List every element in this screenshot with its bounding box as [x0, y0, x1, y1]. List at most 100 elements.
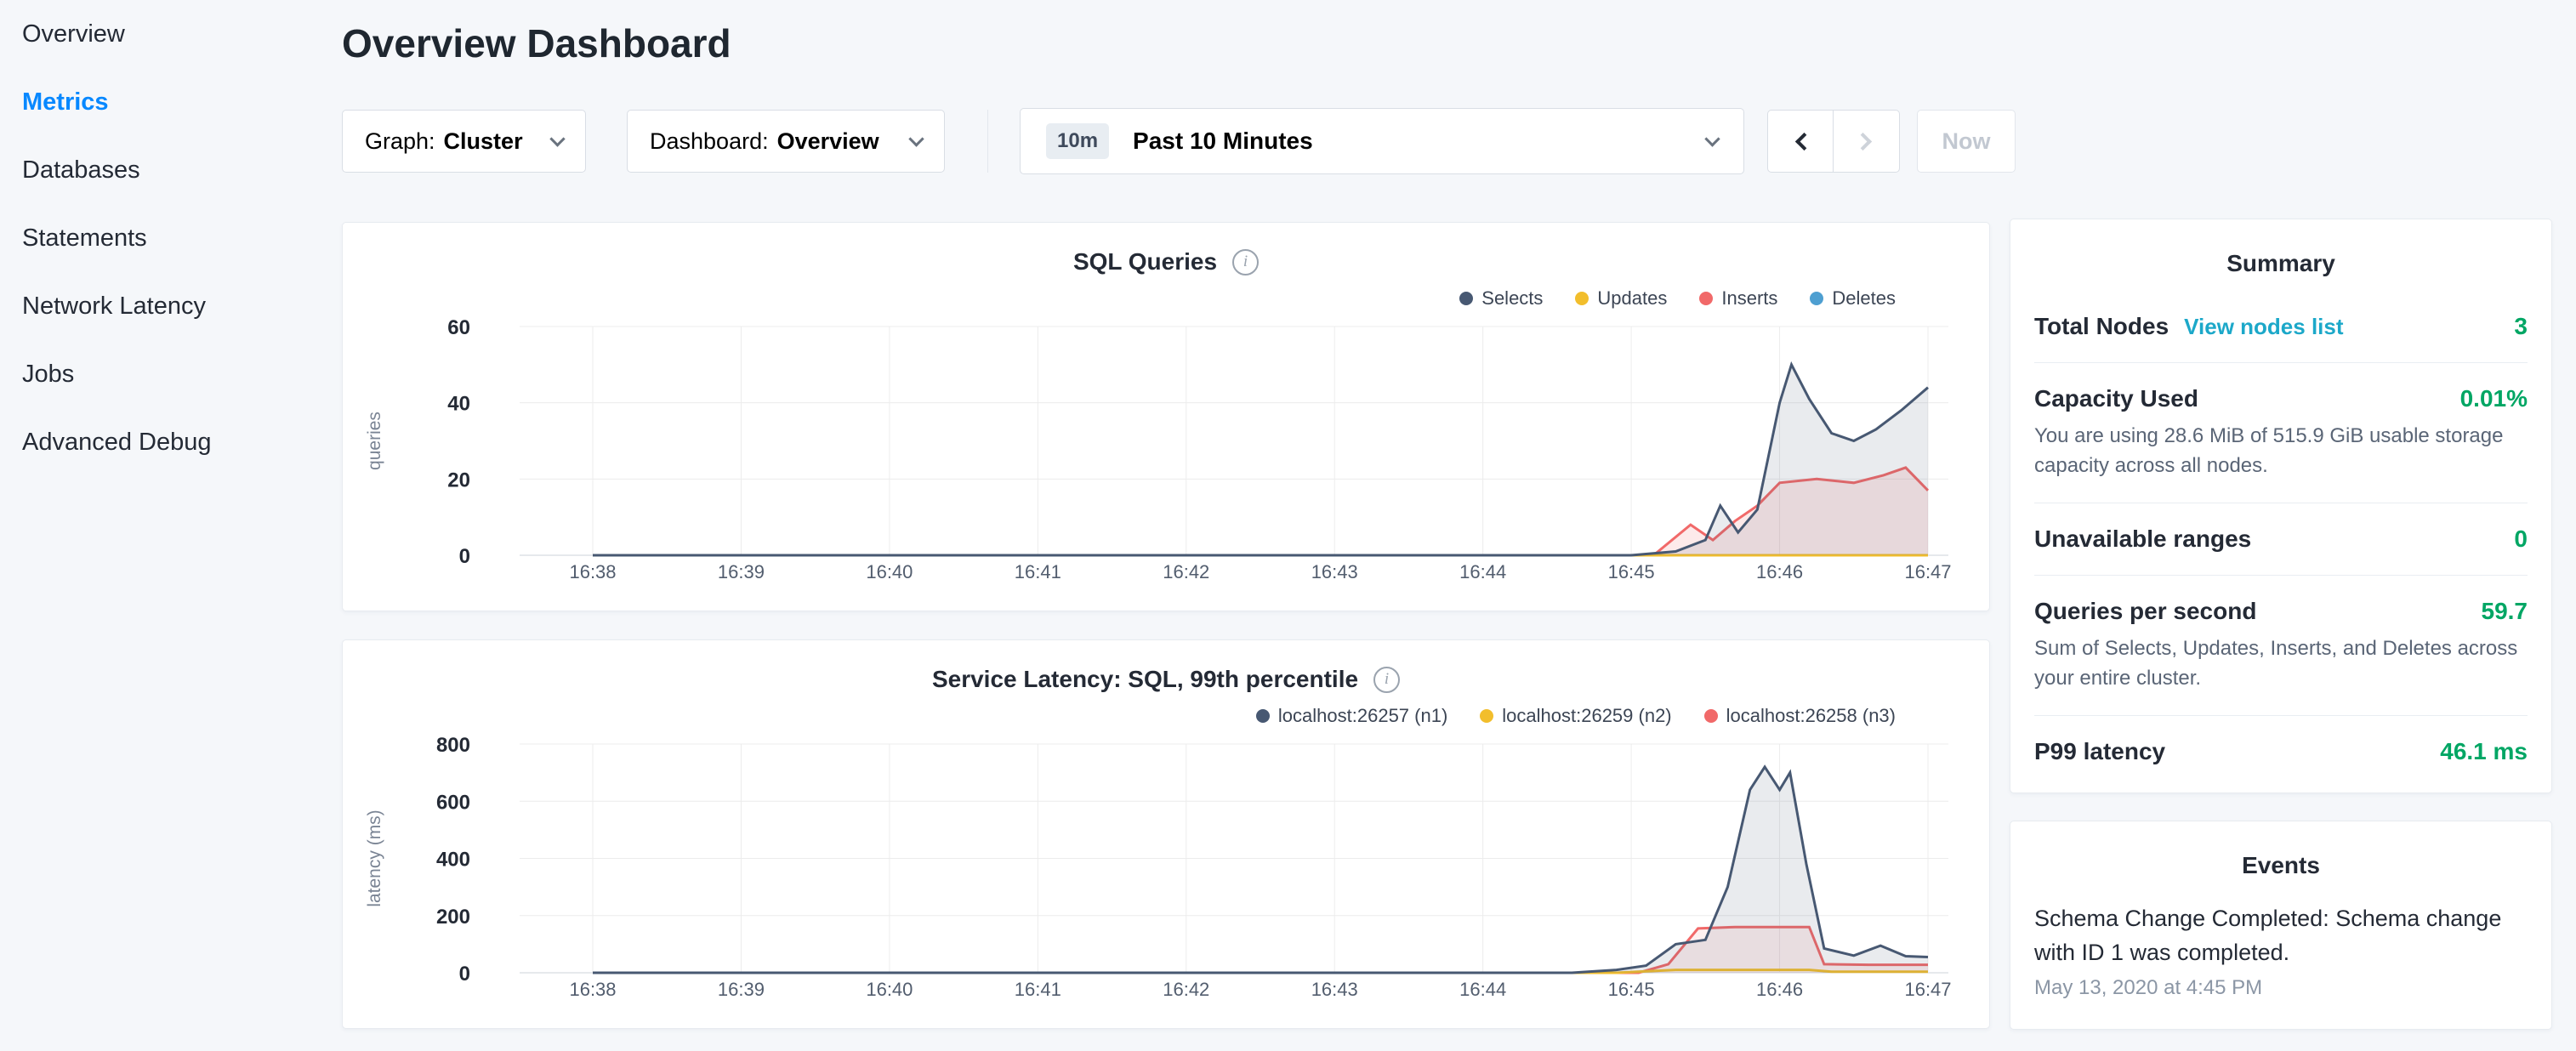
chevron-down-icon: [549, 131, 565, 146]
view-nodes-list-link[interactable]: View nodes list: [2184, 314, 2343, 340]
summary-row-value: 0.01%: [2460, 385, 2528, 412]
time-next-button[interactable]: [1834, 110, 1900, 173]
info-icon[interactable]: i: [1373, 667, 1400, 693]
graph-dropdown-label: Graph:: [365, 128, 435, 155]
summary-title: Summary: [2034, 250, 2528, 277]
chart-legend: Selects Updates Inserts Deletes: [343, 284, 1989, 313]
time-step-button-group: [1767, 110, 1900, 173]
svg-text:16:40: 16:40: [866, 979, 913, 1000]
chart-title-row: Service Latency: SQL, 99th percentile i: [343, 662, 1989, 696]
summary-row-total-nodes: Total Nodes View nodes list 3: [2034, 291, 2528, 363]
svg-text:16:39: 16:39: [718, 561, 765, 582]
sidebar-item-overview[interactable]: Overview: [22, 0, 342, 68]
legend-label: Updates: [1597, 287, 1667, 310]
summary-row-label: Total Nodes: [2034, 313, 2169, 340]
svg-text:16:46: 16:46: [1756, 561, 1803, 582]
page-title: Overview Dashboard: [342, 19, 2051, 68]
summary-row-label: Capacity Used: [2034, 385, 2198, 412]
summary-panel: Summary Total Nodes View nodes list 3 Ca…: [2010, 219, 2552, 793]
sidebar: Overview Metrics Databases Statements Ne…: [0, 0, 342, 476]
event-item[interactable]: Schema Change Completed: Schema change w…: [2034, 901, 2528, 1000]
legend-dot-icon: [1575, 292, 1589, 305]
sql-queries-chart-card: SQL Queries i Selects Updates Inserts De…: [342, 222, 1990, 611]
summary-row-value: 59.7: [2482, 598, 2528, 625]
sidebar-item-jobs[interactable]: Jobs: [22, 340, 342, 408]
svg-text:16:40: 16:40: [866, 561, 913, 582]
events-title: Events: [2034, 852, 2528, 879]
time-window-badge: 10m: [1046, 123, 1109, 159]
service-latency-chart[interactable]: 0 200 400 600 800 16:38 16:39 16:40 16:41 16:42 16…: [343, 730, 1991, 1011]
summary-row-subtext: You are using 28.6 MiB of 515.9 GiB usab…: [2034, 421, 2528, 480]
event-timestamp: May 13, 2020 at 4:45 PM: [2034, 976, 2528, 1000]
sql-queries-chart[interactable]: 020406016:3816:3916:4016:4116:4216:4316:…: [343, 313, 1991, 594]
legend-dot-icon: [1810, 292, 1823, 305]
svg-text:16:44: 16:44: [1459, 979, 1506, 1000]
summary-row-value: 46.1 ms: [2440, 738, 2528, 765]
legend-item-n1[interactable]: localhost:26257 (n1): [1256, 705, 1447, 727]
chart-title-row: SQL Queries i: [343, 245, 1989, 279]
chevron-down-icon: [1704, 131, 1720, 146]
sidebar-item-statements[interactable]: Statements: [22, 204, 342, 272]
dashboard-dropdown[interactable]: Dashboard: Overview: [627, 110, 945, 173]
chevron-down-icon: [908, 131, 924, 146]
toolbar: Graph: Cluster Dashboard: Overview 10m P…: [342, 108, 2051, 174]
summary-row-label: P99 latency: [2034, 738, 2165, 765]
svg-text:16:39: 16:39: [718, 979, 765, 1000]
main-content: Overview Dashboard Graph: Cluster Dashbo…: [342, 0, 2051, 1029]
sidebar-item-databases[interactable]: Databases: [22, 136, 342, 204]
legend-item-inserts[interactable]: Inserts: [1699, 287, 1777, 310]
svg-text:0: 0: [459, 963, 470, 986]
svg-text:16:41: 16:41: [1015, 561, 1061, 582]
time-prev-button[interactable]: [1767, 110, 1834, 173]
svg-text:16:38: 16:38: [569, 979, 616, 1000]
svg-text:40: 40: [447, 393, 470, 416]
svg-text:400: 400: [436, 849, 470, 872]
summary-row-unavailable-ranges: Unavailable ranges 0: [2034, 503, 2528, 576]
time-window-label: Past 10 Minutes: [1133, 128, 1313, 155]
legend-item-selects[interactable]: Selects: [1459, 287, 1543, 310]
legend-label: localhost:26259 (n2): [1502, 705, 1671, 727]
legend-dot-icon: [1459, 292, 1473, 305]
legend-dot-icon: [1704, 709, 1718, 723]
chevron-left-icon: [1794, 132, 1812, 150]
dashboard-dropdown-label: Dashboard:: [650, 128, 769, 155]
svg-text:200: 200: [436, 906, 470, 929]
sidebar-item-metrics[interactable]: Metrics: [22, 68, 342, 136]
summary-row-subtext: Sum of Selects, Updates, Inserts, and De…: [2034, 633, 2528, 693]
event-text: Schema Change Completed: Schema change w…: [2034, 901, 2528, 969]
legend-item-updates[interactable]: Updates: [1575, 287, 1667, 310]
legend-label: Inserts: [1721, 287, 1777, 310]
events-panel: Events Schema Change Completed: Schema c…: [2010, 821, 2552, 1030]
svg-text:16:43: 16:43: [1311, 979, 1358, 1000]
legend-dot-icon: [1699, 292, 1713, 305]
svg-text:16:41: 16:41: [1015, 979, 1061, 1000]
svg-text:600: 600: [436, 791, 470, 814]
svg-text:16:42: 16:42: [1163, 561, 1209, 582]
summary-row-value: 0: [2514, 526, 2528, 553]
summary-row-label: Queries per second: [2034, 598, 2256, 625]
summary-row-p99-latency: P99 latency 46.1 ms: [2034, 716, 2528, 787]
sidebar-item-network-latency[interactable]: Network Latency: [22, 272, 342, 340]
svg-text:16:45: 16:45: [1608, 979, 1655, 1000]
time-window-selector[interactable]: 10m Past 10 Minutes: [1020, 108, 1744, 174]
info-icon[interactable]: i: [1232, 249, 1259, 276]
summary-row-queries-per-second: Queries per second 59.7 Sum of Selects, …: [2034, 576, 2528, 716]
summary-row-value: 3: [2514, 313, 2528, 340]
svg-text:16:42: 16:42: [1163, 979, 1209, 1000]
legend-label: localhost:26258 (n3): [1726, 705, 1896, 727]
summary-row-label: Unavailable ranges: [2034, 526, 2251, 553]
chart-legend: localhost:26257 (n1) localhost:26259 (n2…: [343, 702, 1989, 730]
svg-text:16:45: 16:45: [1608, 561, 1655, 582]
svg-text:0: 0: [459, 545, 470, 568]
chart-title: Service Latency: SQL, 99th percentile: [932, 666, 1358, 693]
legend-dot-icon: [1480, 709, 1493, 723]
legend-item-n2[interactable]: localhost:26259 (n2): [1480, 705, 1671, 727]
svg-text:800: 800: [436, 734, 470, 757]
sidebar-item-advanced-debug[interactable]: Advanced Debug: [22, 408, 342, 476]
legend-item-n3[interactable]: localhost:26258 (n3): [1704, 705, 1896, 727]
legend-item-deletes[interactable]: Deletes: [1810, 287, 1896, 310]
graph-dropdown[interactable]: Graph: Cluster: [342, 110, 586, 173]
legend-label: localhost:26257 (n1): [1278, 705, 1447, 727]
now-button[interactable]: Now: [1917, 110, 2016, 173]
graph-dropdown-value: Cluster: [444, 128, 523, 155]
